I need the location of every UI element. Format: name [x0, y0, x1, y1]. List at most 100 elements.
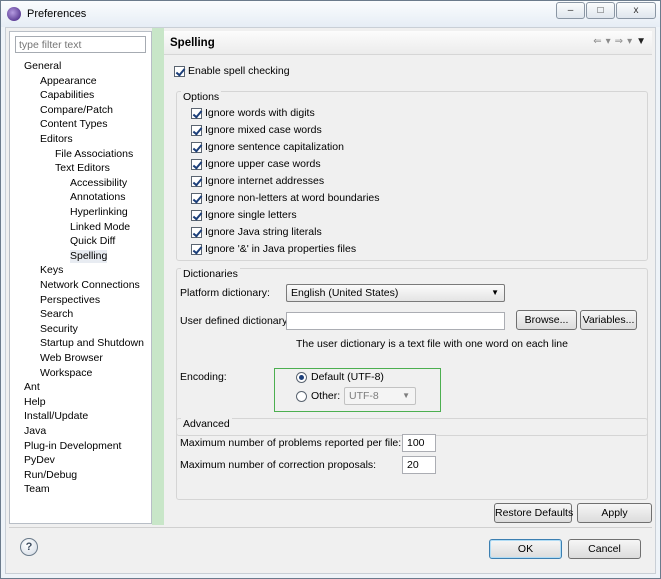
- user-dictionary-input[interactable]: [286, 312, 505, 330]
- tree-item[interactable]: Spelling: [70, 249, 108, 263]
- back-dropdown-icon[interactable]: ▾: [606, 36, 611, 47]
- encoding-other-select[interactable]: UTF-8 ▼: [344, 387, 416, 405]
- option-checkbox[interactable]: Ignore mixed case words: [191, 124, 322, 136]
- dialog-client: General AppearanceCapabilities Compare/Pat…: [5, 27, 656, 574]
- platform-dictionary-select[interactable]: English (United States) ▼: [286, 284, 505, 302]
- checkbox-label: Ignore upper case words: [205, 158, 321, 170]
- tree-item[interactable]: Keys: [40, 264, 63, 277]
- tree-item[interactable]: Accessibility: [70, 177, 127, 190]
- checkbox-box[interactable]: [191, 107, 202, 119]
- checkbox-label: Ignore Java string literals: [205, 226, 322, 238]
- encoding-label: Encoding:: [180, 371, 227, 383]
- option-checkbox[interactable]: Ignore Java string literals: [191, 226, 322, 238]
- dropdown-arrow-icon: ▼: [491, 288, 499, 297]
- checkbox-box[interactable]: [191, 226, 202, 238]
- option-checkbox[interactable]: Ignore single letters: [191, 209, 297, 221]
- tree-item[interactable]: PyDev: [24, 454, 55, 467]
- tree-item[interactable]: Linked Mode: [70, 221, 130, 234]
- checkbox-label: Ignore mixed case words: [205, 124, 322, 136]
- option-checkbox[interactable]: Ignore words with digits: [191, 107, 315, 119]
- tree-item[interactable]: Hyperlinking: [70, 206, 128, 219]
- radio-button[interactable]: [296, 390, 307, 402]
- back-arrow-icon[interactable]: ⇐: [593, 36, 601, 47]
- tree-item[interactable]: Appearance: [40, 75, 97, 88]
- tree-item[interactable]: Text Editors: [55, 162, 110, 175]
- tree-item[interactable]: Search: [40, 308, 73, 321]
- tree-item[interactable]: Capabilities: [40, 89, 94, 102]
- tree-item[interactable]: General: [24, 60, 61, 73]
- option-checkbox[interactable]: Ignore sentence capitalization: [191, 141, 344, 153]
- forward-dropdown-icon[interactable]: ▾: [627, 36, 632, 47]
- help-icon[interactable]: ?: [20, 538, 38, 556]
- platform-dictionary-value: English (United States): [291, 287, 399, 299]
- dictionaries-group-title: Dictionaries: [181, 268, 240, 280]
- tree-item[interactable]: Startup and Shutdown: [40, 337, 144, 350]
- encoding-other-radio[interactable]: Other:: [296, 390, 340, 402]
- checkbox-box[interactable]: [191, 124, 202, 136]
- tree-item[interactable]: Help: [24, 396, 46, 409]
- view-menu-icon[interactable]: ▼: [636, 36, 646, 47]
- tree-item[interactable]: Compare/Patch: [40, 104, 113, 117]
- tree-item[interactable]: Editors: [40, 133, 73, 146]
- checkbox-box[interactable]: [191, 243, 202, 255]
- minimize-button[interactable]: –: [556, 2, 585, 19]
- max-problems-input[interactable]: 100: [402, 434, 436, 452]
- max-problems-label: Maximum number of problems reported per …: [180, 437, 402, 449]
- page-title: Spelling: [170, 37, 215, 49]
- forward-arrow-icon[interactable]: ⇒: [615, 36, 623, 47]
- tree-item[interactable]: Web Browser: [40, 352, 103, 365]
- max-proposals-input[interactable]: 20: [402, 456, 436, 474]
- encoding-default-radio[interactable]: Default (UTF-8): [296, 371, 384, 383]
- pane-sash[interactable]: [152, 28, 164, 525]
- tree-item[interactable]: Workspace: [40, 367, 92, 380]
- checkbox-box[interactable]: [191, 209, 202, 221]
- radio-label: Default (UTF-8): [311, 371, 384, 383]
- checkbox-label: Ignore non-letters at word boundaries: [205, 192, 380, 204]
- maximize-button[interactable]: □: [586, 2, 615, 19]
- checkbox-label: Ignore '&' in Java properties files: [205, 243, 357, 255]
- checkbox-box[interactable]: [191, 141, 202, 153]
- option-checkbox[interactable]: Ignore '&' in Java properties files: [191, 243, 356, 255]
- apply-button[interactable]: Apply: [577, 503, 652, 523]
- checkbox-label: Enable spell checking: [188, 65, 290, 77]
- eclipse-icon: [7, 7, 21, 21]
- tree-item[interactable]: Plug-in Development: [24, 440, 121, 453]
- option-checkbox[interactable]: Ignore non-letters at word boundaries: [191, 192, 380, 204]
- dropdown-arrow-icon: ▼: [402, 391, 410, 400]
- max-proposals-label: Maximum number of correction proposals:: [180, 459, 377, 471]
- cancel-button[interactable]: Cancel: [568, 539, 641, 559]
- option-checkbox[interactable]: Ignore internet addresses: [191, 175, 324, 187]
- tree-item[interactable]: Perspectives: [40, 294, 100, 307]
- checkbox-label: Ignore internet addresses: [205, 175, 325, 187]
- checkbox-box[interactable]: [174, 65, 185, 77]
- tree-item[interactable]: Content Types: [40, 118, 108, 131]
- radio-label: Other:: [311, 390, 341, 402]
- tree-item[interactable]: Java: [24, 425, 46, 438]
- option-checkbox[interactable]: Ignore upper case words: [191, 158, 321, 170]
- checkbox-box[interactable]: [191, 175, 202, 187]
- tree-item[interactable]: Annotations: [70, 191, 125, 204]
- tree-item[interactable]: Network Connections: [40, 279, 140, 292]
- tree-item[interactable]: Install/Update: [24, 410, 88, 423]
- tree-item[interactable]: Security: [40, 323, 78, 336]
- checkbox-box[interactable]: [191, 192, 202, 204]
- close-button[interactable]: x: [616, 2, 656, 19]
- tree-item[interactable]: Run/Debug: [24, 469, 77, 482]
- filter-input[interactable]: [15, 36, 146, 53]
- checkbox-label: Ignore sentence capitalization: [205, 141, 344, 153]
- tree-item[interactable]: Team: [24, 483, 50, 496]
- variables-button[interactable]: Variables...: [580, 310, 637, 330]
- restore-defaults-button[interactable]: Restore Defaults: [494, 503, 573, 523]
- ok-button[interactable]: OK: [489, 539, 562, 559]
- enable-spell-checking-checkbox[interactable]: Enable spell checking: [174, 65, 290, 77]
- preferences-window: Preferences – □ x General AppearanceCapab…: [0, 0, 661, 579]
- radio-button[interactable]: [296, 371, 307, 383]
- checkbox-box[interactable]: [191, 158, 202, 170]
- tree-item[interactable]: Ant: [24, 381, 40, 394]
- user-dictionary-hint: The user dictionary is a text file with …: [296, 338, 568, 350]
- tree-item[interactable]: File Associations: [55, 148, 133, 161]
- preference-tree-pane: General AppearanceCapabilities Compare/Pat…: [9, 31, 152, 524]
- options-group: Options Ignore words with digits Ignore m…: [176, 91, 648, 261]
- browse-button[interactable]: Browse...: [516, 310, 577, 330]
- tree-item[interactable]: Quick Diff: [70, 235, 115, 248]
